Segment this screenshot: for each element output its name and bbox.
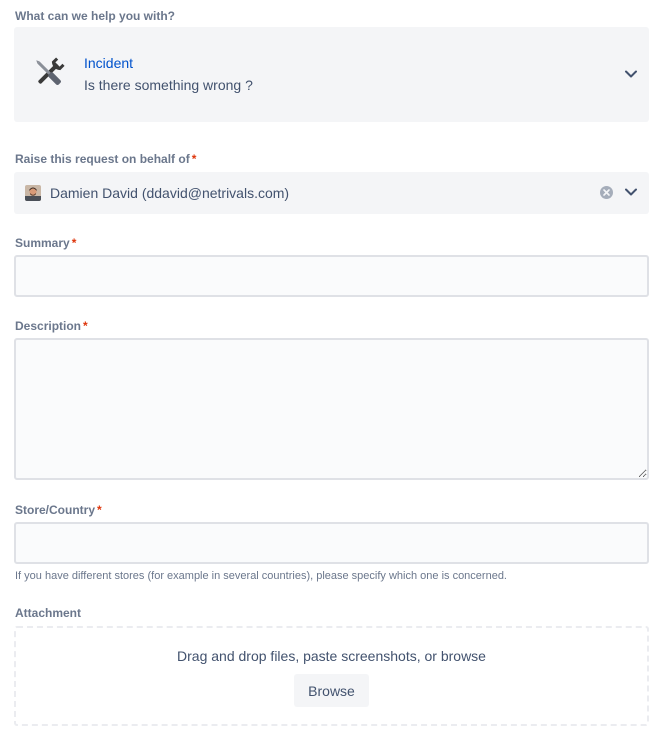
store-country-label: Store/Country * xyxy=(15,503,102,517)
browse-button[interactable]: Browse xyxy=(294,674,369,707)
dropzone-instructions: Drag and drop files, paste screenshots, … xyxy=(177,648,486,664)
required-asterisk: * xyxy=(191,152,197,166)
attachment-label-text: Attachment xyxy=(15,606,82,620)
store-country-input[interactable] xyxy=(14,522,649,564)
chevron-down-icon[interactable] xyxy=(623,66,639,82)
required-asterisk: * xyxy=(97,503,102,517)
request-type-description: Is there something wrong ? xyxy=(84,77,253,93)
description-label: Description * xyxy=(15,319,88,333)
request-type-name: Incident xyxy=(84,55,134,71)
required-asterisk: * xyxy=(83,319,88,333)
store-country-label-text: Store/Country xyxy=(15,503,96,517)
attachment-label: Attachment xyxy=(15,606,81,620)
summary-label-text: Summary xyxy=(15,236,70,250)
request-type-label: What can we help you with? xyxy=(15,9,175,23)
summary-label: Summary * xyxy=(15,236,76,250)
on-behalf-label: Raise this request on behalf of * xyxy=(15,152,196,166)
on-behalf-user-select[interactable]: Damien David (ddavid@netrivals.com) xyxy=(14,172,649,214)
request-type-selector[interactable]: Incident Is there something wrong ? xyxy=(14,27,649,122)
selected-user-name: Damien David (ddavid@netrivals.com) xyxy=(50,185,290,201)
description-label-text: Description xyxy=(15,319,82,333)
on-behalf-label-text: Raise this request on behalf of xyxy=(15,152,190,166)
clear-icon[interactable] xyxy=(599,185,614,200)
required-asterisk: * xyxy=(71,236,77,250)
avatar xyxy=(25,185,41,201)
chevron-down-icon[interactable] xyxy=(623,184,639,200)
attachment-dropzone[interactable]: Drag and drop files, paste screenshots, … xyxy=(14,626,649,726)
tools-icon xyxy=(31,55,67,91)
description-textarea[interactable] xyxy=(14,338,649,480)
summary-input[interactable] xyxy=(14,255,649,297)
request-type-label-text: What can we help you with? xyxy=(15,9,176,23)
store-country-helper-text: If you have different stores (for exampl… xyxy=(15,570,507,582)
